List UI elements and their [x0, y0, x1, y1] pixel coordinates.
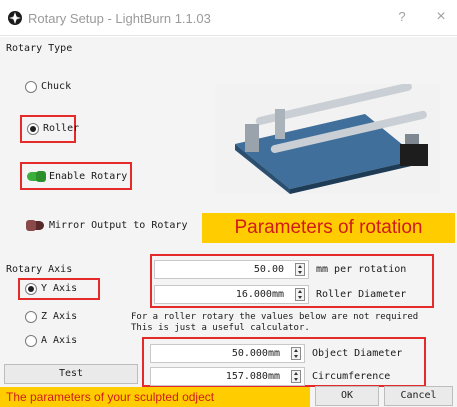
object-diameter-input[interactable]: 50.000mm [150, 344, 305, 363]
roller-diameter-label: Roller Diameter [316, 289, 407, 300]
circumference-spinner[interactable] [291, 370, 301, 383]
window-title: Rotary Setup - LightBurn 1.1.03 [28, 11, 211, 26]
enable-rotary-label: Enable Rotary [49, 171, 128, 182]
roller-radio-button[interactable] [27, 123, 39, 135]
roller-label: Roller [43, 123, 80, 134]
test-button[interactable]: Test [4, 364, 138, 384]
window-title-bar: Rotary Setup - LightBurn 1.1.03 ? × [0, 0, 457, 36]
radio-chuck[interactable]: Chuck [25, 81, 71, 93]
mm-per-rotation-label: mm per rotation [316, 264, 407, 275]
radio-a-axis[interactable]: A Axis [25, 335, 77, 347]
lightburn-logo-icon [8, 11, 22, 25]
mm-per-rotation-value: 50.00 [253, 264, 284, 275]
toggle-knob [26, 220, 36, 231]
help-button[interactable]: ? [394, 9, 410, 27]
a-axis-label: A Axis [41, 335, 78, 346]
parameters-of-rotation-annotation: Parameters of rotation [202, 213, 455, 243]
rotary-type-heading: Rotary Type [6, 43, 73, 54]
circumference-value: 157.080mm [225, 371, 280, 382]
object-diameter-spinner[interactable] [291, 347, 301, 360]
toggle-knob [36, 171, 46, 182]
z-axis-radio-button[interactable] [25, 311, 37, 323]
cancel-button[interactable]: Cancel [384, 386, 453, 406]
z-axis-label: Z Axis [41, 311, 78, 322]
sculpted-object-annotation: The parameters of your sculpted odject [0, 387, 310, 407]
radio-y-axis[interactable]: Y Axis [25, 283, 77, 295]
close-button[interactable]: × [432, 8, 450, 28]
radio-z-axis[interactable]: Z Axis [25, 311, 77, 323]
object-diameter-label: Object Diameter [312, 348, 403, 359]
mm-per-rotation-input[interactable]: 50.00 [154, 260, 309, 279]
radio-roller[interactable]: Roller [27, 123, 79, 135]
enable-rotary-toggle[interactable] [27, 171, 46, 182]
roller-diameter-spinner[interactable] [295, 288, 305, 301]
circumference-input[interactable]: 157.080mm [150, 367, 305, 386]
a-axis-radio-button[interactable] [25, 335, 37, 347]
ok-button[interactable]: OK [315, 386, 379, 406]
roller-rotary-photo [215, 84, 440, 194]
roller-diameter-value: 16.000mm [235, 289, 284, 300]
mirror-output-toggle[interactable] [26, 220, 44, 231]
rotary-axis-heading: Rotary Axis [6, 264, 73, 275]
y-axis-radio-button[interactable] [25, 283, 37, 295]
roller-diameter-input[interactable]: 16.000mm [154, 285, 309, 304]
circumference-label: Circumference [312, 371, 391, 382]
mm-per-rotation-spinner[interactable] [295, 263, 305, 276]
chuck-radio-button[interactable] [25, 81, 37, 93]
mirror-output-label: Mirror Output to Rotary [49, 220, 188, 231]
calculator-note-line2: This is just a useful calculator. [131, 323, 310, 333]
object-diameter-value: 50.000mm [231, 348, 280, 359]
chuck-label: Chuck [41, 81, 72, 92]
calculator-note-line1: For a roller rotary the values below are… [131, 312, 419, 322]
y-axis-label: Y Axis [41, 283, 78, 294]
